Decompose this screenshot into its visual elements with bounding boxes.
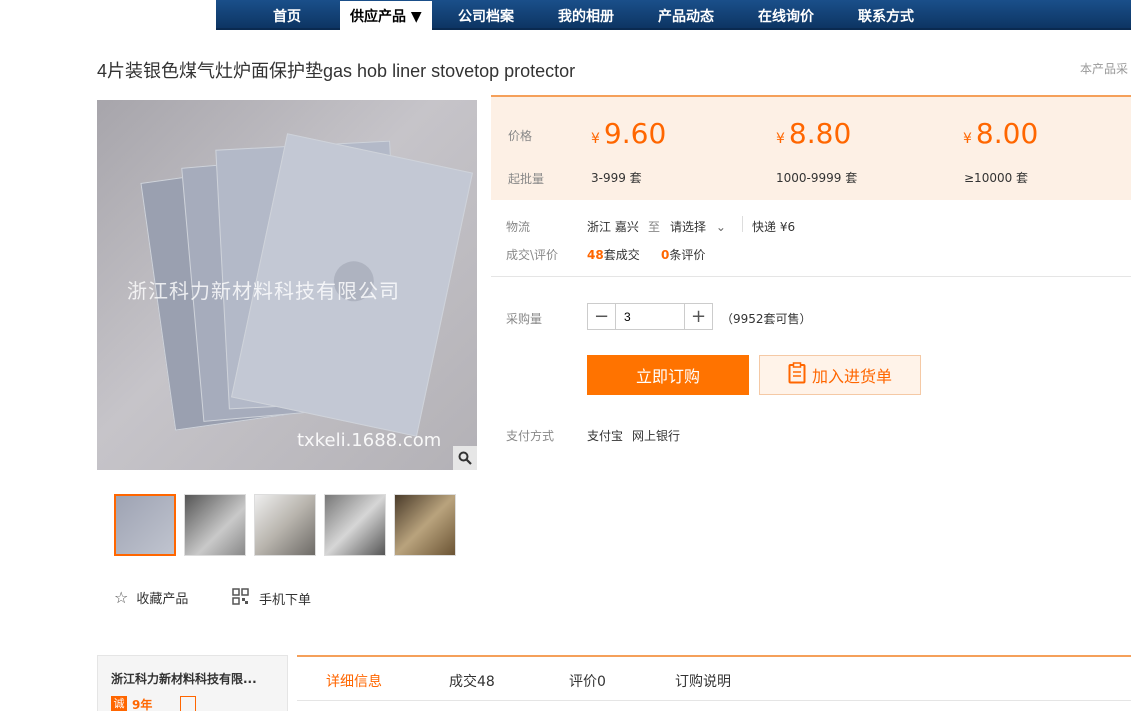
thumbnail-5[interactable] [394, 494, 456, 556]
express-fee: 快递 ¥6 [752, 220, 796, 234]
separator [491, 276, 1131, 277]
review-count[interactable]: 0条评价 [661, 246, 705, 263]
integrity-badge-icon: 诚 [111, 696, 127, 711]
destination-select[interactable]: 请选择 ⌄ [670, 218, 726, 235]
tab-transactions[interactable]: 成交48 [449, 671, 495, 691]
deal-count[interactable]: 48套成交 [587, 246, 640, 263]
add-cart-label: 加入进货单 [811, 367, 892, 386]
price-label: 价格 [508, 129, 533, 143]
product-title: 4片装银色煤气灶炉面保护垫gas hob liner stovetop prot… [97, 61, 576, 81]
price-box: 价格 起批量 ¥9.60 3-999 套 ¥8.80 1000-9999 套 ¥… [491, 95, 1131, 200]
nav-album[interactable]: 我的相册 [558, 0, 614, 30]
thumbnail-4[interactable] [324, 494, 386, 556]
nav-inquiry[interactable]: 在线询价 [758, 0, 814, 30]
image-site-url: txkeli.1688.com [297, 430, 442, 451]
detail-tabs: 详细信息 成交48 评价0 订购说明 [297, 655, 1131, 701]
nav-contact[interactable]: 联系方式 [858, 0, 914, 30]
payment-label: 支付方式 [506, 429, 555, 443]
zoom-icon[interactable] [453, 446, 477, 470]
clipboard-icon [788, 362, 806, 388]
price-tier-3: ¥8.00 [963, 117, 1039, 150]
quantity-input[interactable] [615, 304, 685, 329]
logistics-label: 物流 [506, 220, 531, 234]
years-badge: 9年 [132, 698, 153, 711]
page: 首页 供应产品 ▼ 公司档案 我的相册 产品动态 在线询价 联系方式 4片装银色… [0, 0, 1131, 711]
favorite-product[interactable]: ☆ 收藏产品 [114, 588, 188, 607]
thumbnail-1[interactable] [114, 494, 176, 556]
add-to-cart-button[interactable]: 加入进货单 [759, 355, 921, 395]
company-name[interactable]: 浙江科力新材料科技有限... [111, 670, 257, 687]
available-stock: （9952套可售） [721, 312, 812, 326]
payment-method: 网上银行 [632, 429, 681, 443]
qr-code-icon [232, 588, 249, 609]
mobile-order[interactable]: 手机下单 [232, 588, 311, 609]
logistics-to: 至 [648, 220, 661, 234]
range-tier-2: 1000-9999 套 [776, 171, 858, 185]
main-product-image[interactable]: 浙江科力新材料科技有限公司 txkeli.1688.com [97, 100, 477, 470]
range-tier-1: 3-999 套 [591, 171, 642, 185]
image-watermark: 浙江科力新材料科技有限公司 [127, 279, 400, 303]
nav-products[interactable]: 供应产品 ▼ [340, 1, 432, 30]
logistics-origin: 浙江 嘉兴 [587, 220, 639, 234]
quantity-label: 采购量 [506, 312, 543, 326]
tab-order-notes[interactable]: 订购说明 [675, 671, 731, 691]
tab-reviews[interactable]: 评价0 [569, 671, 606, 691]
mobile-order-label: 手机下单 [259, 593, 312, 608]
thumbnail-2[interactable] [184, 494, 246, 556]
range-tier-3: ≥10000 套 [964, 171, 1029, 185]
divider [742, 216, 743, 232]
buy-now-button[interactable]: 立即订购 [587, 355, 749, 395]
nav-home[interactable]: 首页 [273, 0, 301, 30]
verified-icon [180, 696, 196, 711]
price-tier-1: ¥9.60 [591, 117, 667, 150]
payment-method: 支付宝 [587, 429, 624, 443]
moq-label: 起批量 [508, 172, 545, 186]
quantity-stepper: − + [587, 303, 713, 330]
nav-company-profile[interactable]: 公司档案 [458, 0, 514, 30]
tab-details[interactable]: 详细信息 [326, 671, 382, 691]
price-tier-2: ¥8.80 [776, 117, 852, 150]
top-nav: 首页 供应产品 ▼ 公司档案 我的相册 产品动态 在线询价 联系方式 [216, 0, 1131, 30]
minus-button[interactable]: − [588, 304, 615, 329]
deals-label: 成交\评价 [506, 248, 559, 262]
star-icon: ☆ [114, 588, 129, 607]
nav-product-news[interactable]: 产品动态 [658, 0, 714, 30]
company-card: 浙江科力新材料科技有限... 诚 9年 [97, 655, 288, 711]
favorite-label: 收藏产品 [136, 592, 189, 607]
plus-button[interactable]: + [685, 304, 712, 329]
chevron-down-icon: ⌄ [715, 220, 726, 234]
right-note: 本产品采 [1080, 62, 1129, 76]
thumbnail-3[interactable] [254, 494, 316, 556]
